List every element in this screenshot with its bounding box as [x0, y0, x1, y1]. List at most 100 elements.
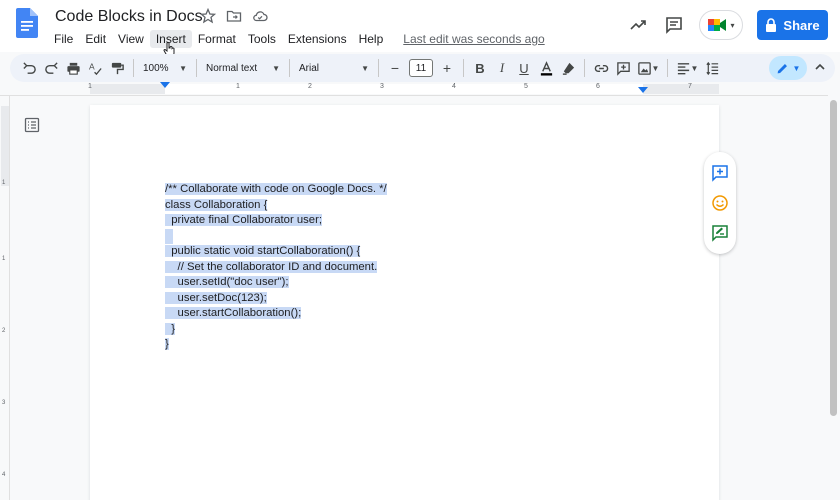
last-edit-link[interactable]: Last edit was seconds ago: [403, 32, 544, 46]
floating-action-panel: [704, 152, 736, 254]
ruler-number: 2: [2, 328, 6, 334]
activity-trend-icon[interactable]: [627, 14, 649, 36]
docs-logo-icon[interactable]: [16, 8, 38, 38]
comments-icon[interactable]: [663, 14, 685, 36]
font-size-input[interactable]: 11: [409, 59, 433, 77]
text-color-button[interactable]: [535, 57, 557, 79]
undo-button[interactable]: [18, 57, 40, 79]
paragraph-style-select[interactable]: Normal text ▼: [202, 63, 284, 74]
code-line[interactable]: user.setDoc(123);: [165, 291, 387, 307]
ruler-number: 1: [88, 83, 92, 90]
selected-text: }: [165, 322, 176, 335]
zoom-select[interactable]: 100% ▼: [139, 63, 191, 74]
line-spacing-button[interactable]: [701, 57, 723, 79]
toolbar-divider: [463, 59, 464, 77]
bold-button[interactable]: B: [469, 57, 491, 79]
increase-font-size-button[interactable]: +: [436, 57, 458, 79]
menu-file[interactable]: File: [48, 30, 79, 48]
code-line[interactable]: user.setId("doc user");: [165, 275, 387, 291]
menu-view[interactable]: View: [112, 30, 150, 48]
insert-image-icon: [637, 61, 651, 75]
toolbar-divider: [378, 59, 379, 77]
horizontal-ruler[interactable]: 1 1 2 3 4 5 6 7: [0, 82, 828, 96]
caret-down-icon: ▼: [792, 63, 801, 73]
print-icon: [66, 62, 80, 75]
vertical-ruler[interactable]: 1 1 2 3 4: [0, 96, 10, 500]
selected-text: /** Collaborate with code on Google Docs…: [165, 183, 387, 195]
chevron-down-icon: ▾: [730, 20, 735, 30]
toolbar-divider: [584, 59, 585, 77]
ruler-number: 4: [452, 83, 456, 90]
share-label: Share: [783, 17, 820, 33]
selected-text: user.setId("doc user");: [165, 276, 289, 288]
print-button[interactable]: [62, 57, 84, 79]
ruler-number: 3: [2, 400, 6, 406]
code-line[interactable]: private final Collaborator user;: [165, 213, 387, 229]
selected-text: [165, 228, 173, 244]
menu-format[interactable]: Format: [192, 30, 242, 48]
code-line[interactable]: /** Collaborate with code on Google Docs…: [165, 182, 387, 198]
paint-format-button[interactable]: [106, 57, 128, 79]
paint-format-icon: [111, 62, 124, 74]
highlight-button[interactable]: [557, 57, 579, 79]
move-to-folder-icon[interactable]: [226, 8, 242, 24]
suggest-edits-icon[interactable]: [711, 224, 729, 242]
underline-button[interactable]: U: [513, 57, 535, 79]
menu-extensions[interactable]: Extensions: [282, 30, 353, 48]
outline-icon[interactable]: [24, 117, 40, 133]
document-title[interactable]: Code Blocks in Docs: [55, 8, 203, 26]
top-right-actions: ▾ Share: [627, 10, 828, 40]
menu-edit[interactable]: Edit: [79, 30, 112, 48]
lock-icon: [766, 18, 777, 32]
document-page[interactable]: /** Collaborate with code on Google Docs…: [90, 105, 719, 500]
redo-button[interactable]: [40, 57, 62, 79]
insert-image-button[interactable]: ▼: [634, 57, 662, 79]
left-indent-marker[interactable]: [160, 82, 170, 88]
spellcheck-button[interactable]: A: [84, 57, 106, 79]
emoji-reaction-icon[interactable]: [711, 194, 729, 212]
toolbar-divider: [289, 59, 290, 77]
add-comment-side-icon[interactable]: [711, 164, 729, 182]
ruler-number: 5: [524, 83, 528, 90]
star-icon[interactable]: [200, 8, 216, 24]
code-line[interactable]: }: [165, 337, 387, 353]
title-actions: [200, 8, 268, 24]
title-bar: Code Blocks in Docs File Edit View Inser…: [0, 0, 840, 57]
italic-button[interactable]: I: [491, 57, 513, 79]
editing-mode-button[interactable]: ▼: [769, 56, 807, 80]
code-line[interactable]: public static void startCollaboration() …: [165, 244, 387, 260]
decrease-font-size-button[interactable]: −: [384, 57, 406, 79]
selected-text: }: [165, 338, 169, 350]
code-line[interactable]: user.startCollaboration();: [165, 306, 387, 322]
ruler-right-margin: [643, 84, 719, 94]
scrollbar-thumb[interactable]: [830, 100, 837, 416]
vertical-scrollbar[interactable]: [828, 96, 840, 500]
selected-text: private final Collaborator user;: [165, 214, 322, 226]
right-indent-marker[interactable]: [638, 87, 648, 93]
share-button[interactable]: Share: [757, 10, 828, 40]
code-line[interactable]: // Set the collaborator ID and document.: [165, 260, 387, 276]
cloud-saved-icon[interactable]: [252, 8, 268, 24]
meet-button[interactable]: ▾: [699, 10, 743, 40]
chevron-up-icon[interactable]: [813, 60, 827, 74]
redo-icon: [44, 61, 58, 74]
ruler-number: 7: [688, 83, 692, 90]
code-line[interactable]: [165, 228, 387, 244]
insert-link-button[interactable]: [590, 57, 612, 79]
menu-tools[interactable]: Tools: [242, 30, 282, 48]
text-color-icon: [540, 60, 552, 76]
ruler-number: 6: [596, 83, 600, 90]
line-spacing-icon: [705, 61, 718, 75]
font-family-select[interactable]: Arial ▼: [295, 63, 373, 74]
align-icon: [677, 62, 689, 74]
zoom-value: 100%: [143, 62, 169, 74]
align-button[interactable]: ▼: [673, 57, 701, 79]
svg-text:A: A: [88, 61, 94, 71]
code-block[interactable]: /** Collaborate with code on Google Docs…: [165, 182, 387, 353]
add-comment-button[interactable]: [612, 57, 634, 79]
selected-text: // Set the collaborator ID and document.: [165, 260, 378, 273]
ruler-number: 1: [2, 180, 6, 186]
code-line[interactable]: }: [165, 322, 387, 338]
code-line[interactable]: class Collaboration {: [165, 198, 387, 214]
menu-help[interactable]: Help: [353, 30, 390, 48]
